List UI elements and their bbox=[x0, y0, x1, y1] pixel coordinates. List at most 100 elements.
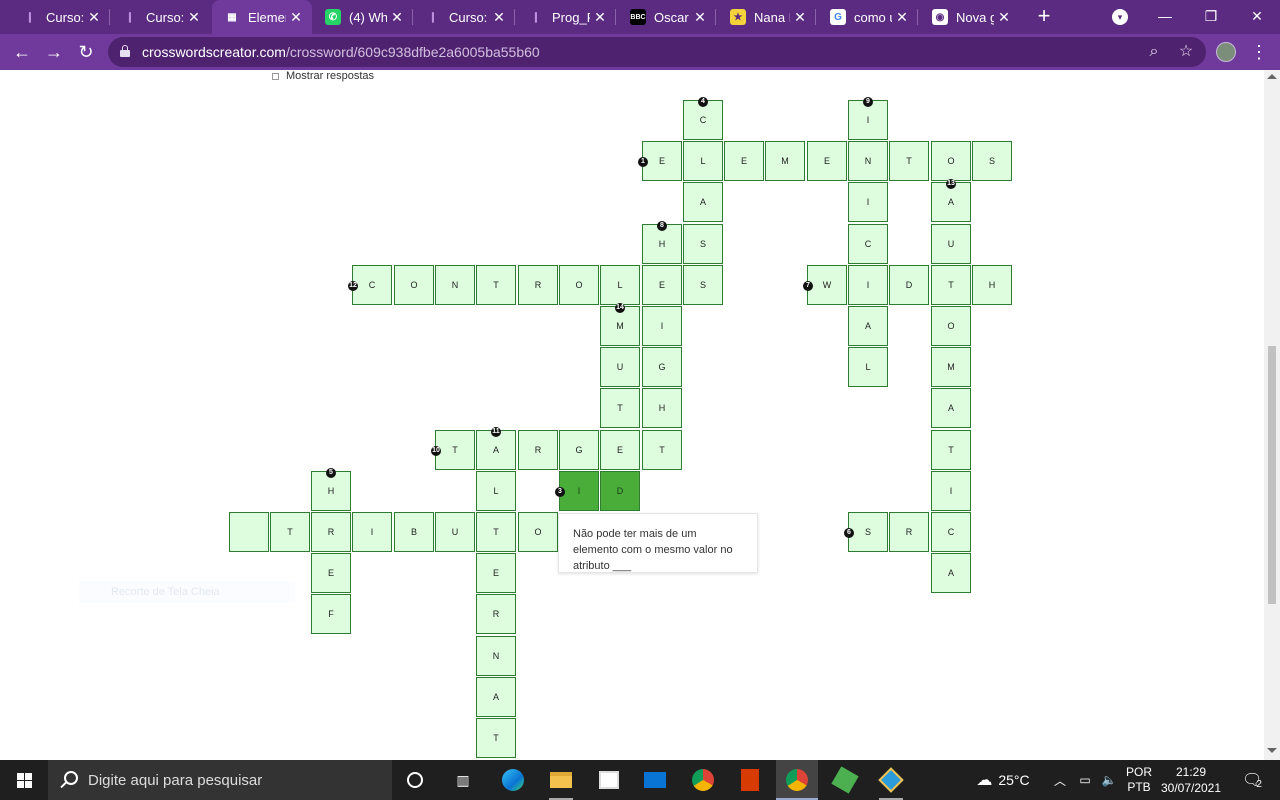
crossword-cell[interactable]: T bbox=[476, 265, 516, 305]
crossword-cell[interactable]: F bbox=[311, 594, 351, 634]
back-button[interactable]: ← bbox=[10, 40, 34, 64]
chrome-icon[interactable] bbox=[688, 766, 718, 794]
start-button[interactable] bbox=[0, 760, 48, 800]
crossword-cell[interactable]: B bbox=[394, 512, 434, 552]
crossword-cell[interactable]: H bbox=[642, 388, 682, 428]
clock[interactable]: 21:29 30/07/2021 bbox=[1156, 760, 1226, 800]
crossword-cell[interactable]: E bbox=[642, 265, 682, 305]
close-tab-icon[interactable]: ✕ bbox=[286, 9, 306, 26]
crossword-cell[interactable]: I9 bbox=[848, 97, 888, 140]
crossword-cell[interactable]: E bbox=[724, 141, 764, 181]
close-window-button[interactable]: ✕ bbox=[1234, 0, 1280, 34]
crossword-cell[interactable]: G bbox=[642, 347, 682, 387]
close-tab-icon[interactable]: ✕ bbox=[184, 9, 204, 26]
show-answers-checkbox[interactable]: Mostrar respostas bbox=[272, 70, 374, 82]
crossword-cell[interactable]: E bbox=[476, 553, 516, 593]
close-tab-icon[interactable]: ✕ bbox=[690, 9, 710, 26]
crossword-cell[interactable] bbox=[229, 512, 269, 552]
crossword-cell[interactable]: L bbox=[476, 471, 516, 511]
crossword-cell[interactable]: E1 bbox=[638, 141, 682, 181]
crossword-cell[interactable]: I bbox=[848, 265, 888, 305]
crossword-cell[interactable]: I bbox=[642, 306, 682, 346]
close-tab-icon[interactable]: ✕ bbox=[790, 9, 810, 26]
crossword-cell[interactable]: T bbox=[270, 512, 310, 552]
crossword-cell[interactable]: W7 bbox=[803, 265, 847, 305]
tab-6[interactable]: ❙ Prog_F✕ bbox=[516, 0, 616, 34]
crossword-cell[interactable]: O bbox=[518, 512, 558, 552]
tab-5[interactable]: ❙ Curso: ✕ bbox=[413, 0, 515, 34]
close-tab-icon[interactable]: ✕ bbox=[994, 9, 1014, 26]
mail-icon[interactable] bbox=[640, 766, 670, 794]
crossword-cell[interactable]: L bbox=[600, 265, 640, 305]
crossword-cell[interactable]: C4 bbox=[683, 97, 723, 140]
crossword-cell[interactable]: E bbox=[600, 430, 640, 470]
crossword-cell[interactable]: L bbox=[848, 347, 888, 387]
forward-button[interactable]: → bbox=[42, 40, 66, 64]
crossword-cell[interactable]: I3 bbox=[555, 471, 599, 511]
crossword-cell[interactable]: R bbox=[518, 265, 558, 305]
crossword-cell[interactable]: S bbox=[683, 224, 723, 264]
crossword-cell[interactable]: I bbox=[931, 471, 971, 511]
store-icon[interactable] bbox=[594, 766, 624, 794]
crossword-cell[interactable]: O bbox=[931, 141, 971, 181]
crossword-cell[interactable]: T bbox=[931, 265, 971, 305]
close-tab-icon[interactable]: ✕ bbox=[489, 9, 509, 26]
chrome-icon-active[interactable] bbox=[776, 760, 818, 800]
crossword-cell[interactable]: D bbox=[600, 471, 640, 511]
crossword-cell[interactable]: T bbox=[476, 718, 516, 758]
close-tab-icon[interactable]: ✕ bbox=[387, 9, 407, 26]
crossword-cell[interactable]: L bbox=[683, 141, 723, 181]
address-bar[interactable]: crosswordscreator.com/crossword/609c938d… bbox=[108, 37, 1206, 67]
edge-icon[interactable] bbox=[498, 766, 528, 794]
crossword-cell[interactable]: A 11 bbox=[476, 427, 516, 470]
network-icon[interactable]: ▭ bbox=[1074, 760, 1096, 800]
crossword-cell[interactable]: N bbox=[848, 141, 888, 181]
office-icon[interactable] bbox=[735, 766, 765, 794]
minimize-button[interactable]: — bbox=[1142, 0, 1188, 34]
git-icon[interactable] bbox=[876, 766, 906, 800]
url-text[interactable]: crosswordscreator.com/crossword/609c938d… bbox=[142, 44, 540, 60]
tab-10[interactable]: ◉ Nova g ✕ bbox=[920, 0, 1020, 34]
crossword-cell[interactable]: T 10 bbox=[431, 430, 475, 470]
crossword-cell[interactable]: I bbox=[848, 182, 888, 222]
scroll-thumb[interactable] bbox=[1268, 346, 1276, 604]
browser-menu-icon[interactable]: ⋮ bbox=[1250, 40, 1268, 64]
show-hidden-icons-icon[interactable]: ︿ bbox=[1052, 760, 1068, 800]
crossword-cell[interactable]: C bbox=[931, 512, 971, 552]
notifications-button[interactable]: 🗨 2 bbox=[1232, 760, 1272, 800]
crossword-cell[interactable]: O bbox=[559, 265, 599, 305]
crossword-cell[interactable]: R bbox=[889, 512, 929, 552]
bookmark-star-icon[interactable]: ☆ bbox=[1176, 42, 1196, 62]
crossword-cell[interactable]: R bbox=[518, 430, 558, 470]
page-scrollbar[interactable] bbox=[1264, 70, 1280, 760]
tab-8[interactable]: ★ Nana N✕ bbox=[718, 0, 816, 34]
crossword-cell[interactable]: T bbox=[889, 141, 929, 181]
crossword-cell[interactable]: A 13 bbox=[931, 179, 971, 222]
crossword-cell[interactable]: S6 bbox=[844, 512, 888, 552]
crossword-cell[interactable]: O bbox=[931, 306, 971, 346]
crossword-cell[interactable]: O bbox=[394, 265, 434, 305]
close-tab-icon[interactable]: ✕ bbox=[84, 9, 104, 26]
file-explorer-icon[interactable] bbox=[546, 766, 576, 800]
task-view-icon[interactable]: ▥ bbox=[448, 766, 478, 794]
taskbar-search-box[interactable]: Digite aqui para pesquisar bbox=[48, 760, 392, 800]
tab-9[interactable]: Gcomo u✕ bbox=[818, 0, 918, 34]
tab-7[interactable]: BBC Oscar 2✕ bbox=[618, 0, 716, 34]
tab-search-icon[interactable]: ▾ bbox=[1112, 9, 1128, 25]
reload-button[interactable]: ↻ bbox=[74, 40, 98, 64]
checkbox-box[interactable] bbox=[272, 72, 279, 80]
crossword-cell[interactable]: M 14 bbox=[600, 303, 640, 346]
weather-widget[interactable]: ☁ 25°C bbox=[972, 760, 1034, 800]
crossword-cell[interactable]: N bbox=[435, 265, 475, 305]
crossword-cell[interactable]: G bbox=[559, 430, 599, 470]
language-indicator[interactable]: POR PTB bbox=[1122, 760, 1156, 800]
tab-4[interactable]: ✆ (4) Wh ✕ bbox=[313, 0, 413, 34]
crossword-cell[interactable]: T bbox=[931, 430, 971, 470]
cortana-icon[interactable] bbox=[400, 766, 430, 794]
tab-2[interactable]: ❙ Curso: ✕ bbox=[110, 0, 210, 34]
crossword-cell[interactable]: S bbox=[972, 141, 1012, 181]
crossword-cell[interactable]: C bbox=[848, 224, 888, 264]
crossword-cell[interactable]: M bbox=[765, 141, 805, 181]
restore-button[interactable]: ❐ bbox=[1188, 0, 1234, 34]
crossword-cell[interactable]: N bbox=[476, 636, 516, 676]
